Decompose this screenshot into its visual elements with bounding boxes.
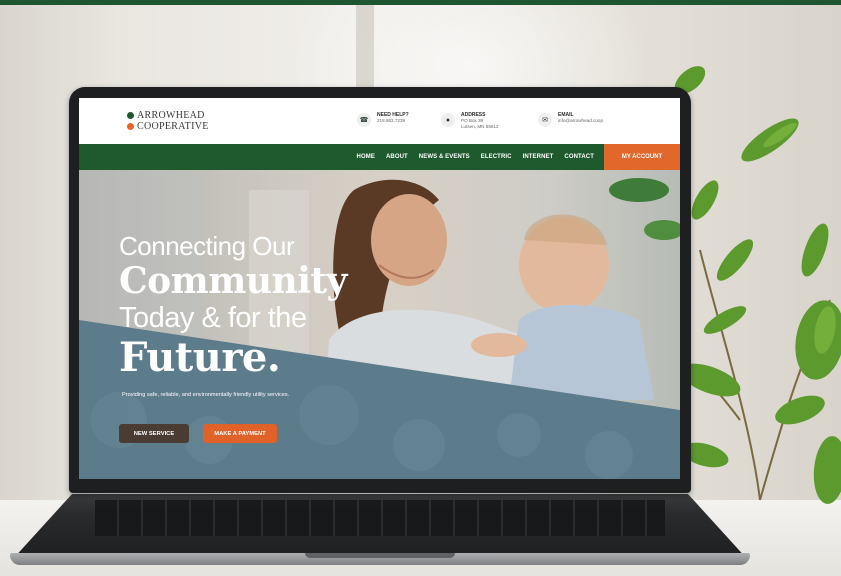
- nav-contact[interactable]: CONTACT: [564, 154, 594, 160]
- nav-home[interactable]: HOME: [357, 154, 375, 160]
- logo-line-2: COOPERATIVE: [137, 121, 209, 132]
- hero-section: Connecting Our Community Today & for the…: [79, 170, 680, 479]
- new-service-button[interactable]: NEW SERVICE: [119, 424, 189, 443]
- make-a-payment-button[interactable]: MAKE A PAYMENT: [203, 424, 277, 443]
- hero-line-3: Today & for the: [119, 302, 307, 334]
- nav-news-events[interactable]: NEWS & EVENTS: [419, 154, 470, 160]
- site-header: ARROWHEAD COOPERATIVE ☎ NEED HELP? 218.8…: [79, 98, 680, 144]
- logo-mark-green-icon: [127, 112, 134, 119]
- my-account-button[interactable]: MY ACCOUNT: [604, 144, 680, 170]
- hero-line-1: Connecting Our: [119, 231, 295, 261]
- site-navigation: HOME ABOUT NEWS & EVENTS ELECTRIC INTERN…: [79, 144, 680, 170]
- site-logo[interactable]: ARROWHEAD COOPERATIVE: [127, 110, 209, 132]
- website-screen: ARROWHEAD COOPERATIVE ☎ NEED HELP? 218.8…: [79, 98, 680, 479]
- hero-line-2: Community: [119, 260, 347, 302]
- nav-internet[interactable]: INTERNET: [523, 154, 554, 160]
- logo-mark-orange-icon: [127, 123, 134, 130]
- contact-address: ● ADDRESS PO Box 39 Lutsen, MN 55612: [441, 112, 499, 129]
- contact-phone-number: 218.863.7239: [377, 118, 406, 123]
- phone-icon: ☎: [357, 113, 371, 127]
- envelope-icon: ✉: [538, 113, 552, 127]
- hero-subtitle: Providing safe, reliable, and environmen…: [122, 392, 290, 398]
- laptop-notch: [305, 553, 455, 558]
- nav-electric[interactable]: ELECTRIC: [481, 154, 512, 160]
- contact-email[interactable]: ✉ EMAIL info@arrowhead.coop: [538, 112, 603, 127]
- laptop-keyboard: [95, 500, 665, 536]
- hero-line-4: Future.: [119, 334, 281, 381]
- contact-phone[interactable]: ☎ NEED HELP? 218.863.7239: [357, 112, 409, 127]
- contact-address-line-2: Lutsen, MN 55612: [461, 123, 499, 129]
- nav-about[interactable]: ABOUT: [386, 154, 408, 160]
- logo-line-1: ARROWHEAD: [137, 110, 205, 121]
- contact-email-address: info@arrowhead.coop: [558, 118, 604, 123]
- map-pin-icon: ●: [441, 113, 455, 127]
